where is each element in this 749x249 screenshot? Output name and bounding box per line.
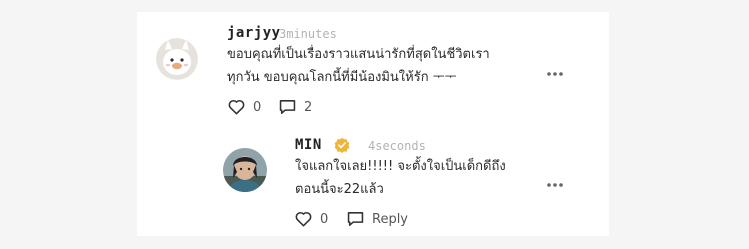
like-count: 0 (320, 211, 329, 227)
verified-badge-icon (334, 137, 350, 153)
comment-icon (279, 100, 296, 114)
white-cartoon-avatar-icon (156, 38, 198, 80)
reply-text: ใจแลกใจเลย!!!!! จะตั้งใจเป็นเด็กดีถึง ตอ… (295, 155, 506, 201)
heart-icon (228, 99, 245, 115)
more-options-button[interactable] (546, 175, 564, 187)
comments-panel: jarjyy 3minutes ขอบคุณที่เป็นเรื่องราวแส… (0, 0, 749, 249)
comment-text-line: ขอบคุณที่เป็นเรื่องราวแสนน่ารักที่สุดในช… (227, 47, 490, 62)
avatar[interactable] (223, 148, 267, 192)
reply-button[interactable]: Reply (347, 211, 408, 227)
more-dots-icon (547, 183, 563, 187)
heart-icon (295, 211, 312, 227)
photo-avatar-icon (223, 148, 267, 192)
reply-username[interactable]: MIN (295, 137, 322, 153)
comment-timestamp: 3minutes (279, 27, 337, 41)
like-button[interactable]: 0 (295, 211, 328, 227)
reply-text-line: ใจแลกใจเลย!!!!! จะตั้งใจเป็นเด็กดีถึง (295, 159, 506, 174)
like-button[interactable]: 0 (228, 99, 261, 115)
comment-username[interactable]: jarjyy (227, 25, 281, 41)
reply-timestamp: 4seconds (368, 139, 426, 153)
more-dots-icon (547, 72, 563, 76)
reply-count: 2 (304, 99, 313, 115)
comment-text: ขอบคุณที่เป็นเรื่องราวแสนน่ารักที่สุดในช… (227, 43, 490, 89)
more-options-button[interactable] (546, 64, 564, 76)
reply-text-line: ตอนนี้จะ22แล้ว (295, 182, 384, 197)
avatar[interactable] (156, 38, 198, 80)
reply-count-button[interactable]: 2 (279, 99, 312, 115)
comment-icon (347, 212, 364, 226)
like-count: 0 (253, 99, 262, 115)
comment-text-line: ทุกวัน ขอบคุณโลกนี้ที่มีน้องมินให้รัก ᅮᅮ (227, 70, 457, 85)
reply-label: Reply (372, 211, 409, 227)
